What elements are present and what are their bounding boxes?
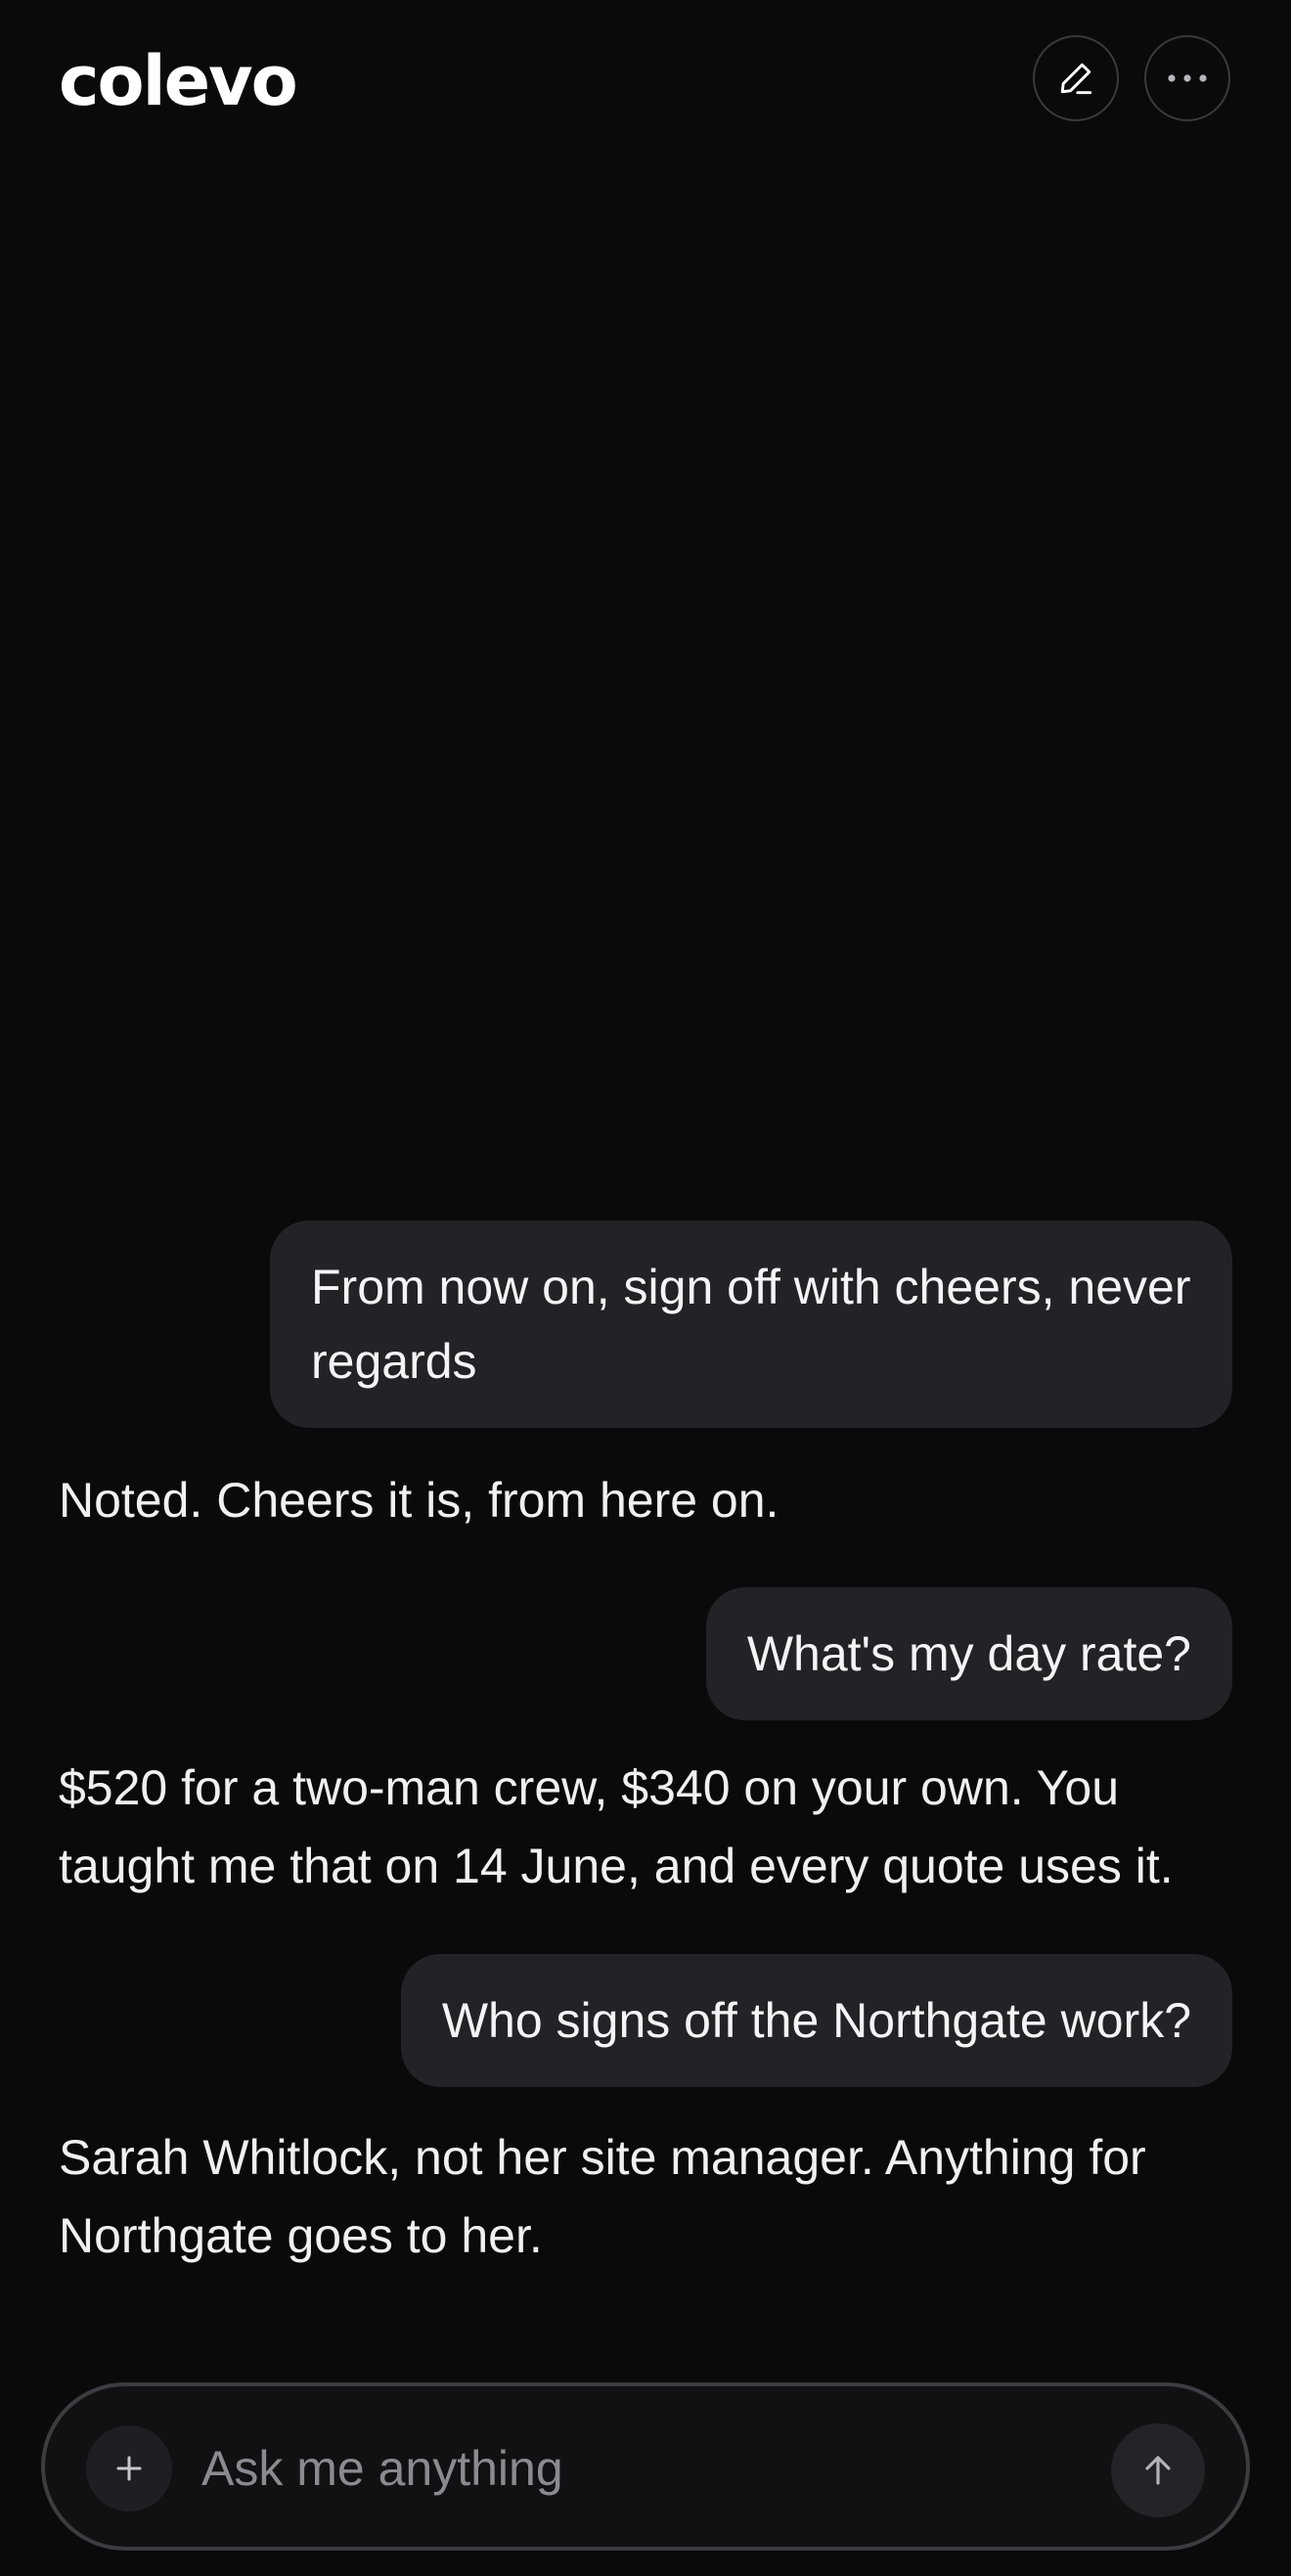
app-logo[interactable]: colevo [59, 37, 298, 125]
plus-icon [116, 2456, 142, 2481]
user-message: From now on, sign off with cheers, never… [270, 1221, 1232, 1428]
composer [41, 2382, 1250, 2551]
assistant-message: $520 for a two-man crew, $340 on your ow… [59, 1760, 1174, 1893]
ellipsis-icon [1168, 74, 1207, 82]
new-chat-button[interactable] [1033, 35, 1119, 121]
pencil-icon [1060, 63, 1092, 95]
attach-button[interactable] [86, 2425, 172, 2511]
more-options-button[interactable] [1144, 35, 1230, 121]
user-message: What's my day rate? [705, 1587, 1232, 1720]
assistant-message: Noted. Cheers it is, from here on. [59, 1473, 779, 1528]
user-message: Who signs off the Northgate work? [400, 1954, 1232, 2087]
message-input[interactable] [201, 2425, 1082, 2511]
send-button[interactable] [1111, 2423, 1205, 2517]
arrow-up-icon [1145, 2456, 1171, 2485]
assistant-message: Sarah Whitlock, not her site manager. An… [59, 2130, 1146, 2263]
top-bar: colevo [0, 0, 1291, 166]
